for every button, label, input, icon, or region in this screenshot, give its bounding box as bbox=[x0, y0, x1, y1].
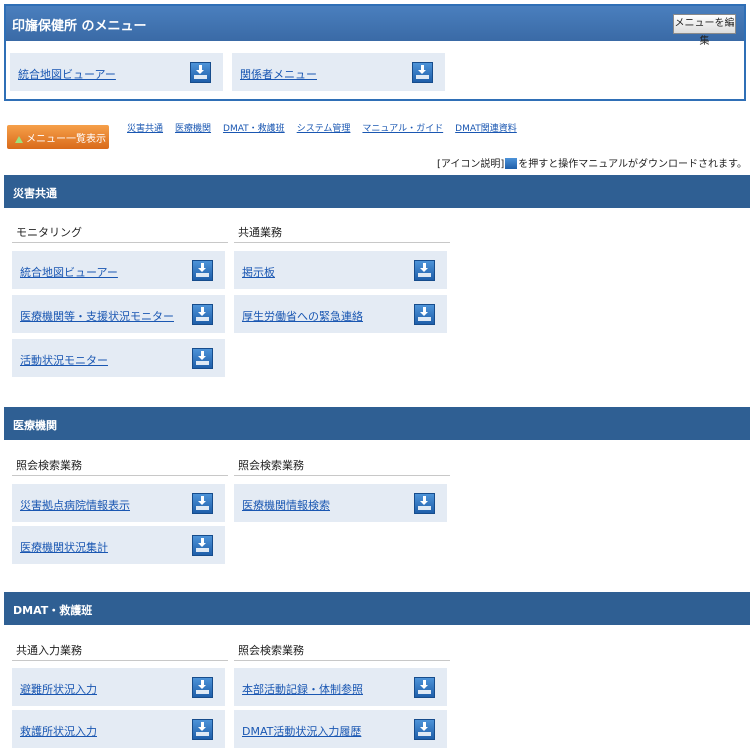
divider bbox=[12, 660, 228, 661]
download-manual-icon[interactable] bbox=[190, 62, 211, 83]
my-menu-header: 印旛保健所 のメニュー メニューを編集 bbox=[6, 6, 744, 47]
menu-link[interactable]: 災害拠点病院情報表示 bbox=[20, 497, 130, 513]
group-label: 照会検索業務 bbox=[238, 459, 304, 472]
menu-tile: 医療機関情報検索 bbox=[234, 484, 447, 522]
edit-menu-button[interactable]: メニューを編集 bbox=[673, 14, 736, 47]
menu-link[interactable]: 統合地図ビューアー bbox=[18, 66, 116, 82]
menu-link[interactable]: 厚生労働省への緊急連絡 bbox=[242, 308, 363, 324]
group-label: モニタリング bbox=[16, 226, 82, 239]
download-manual-icon bbox=[505, 158, 518, 169]
menu-list-toggle[interactable]: メニュー一覧表示 bbox=[7, 125, 109, 149]
group-label: 照会検索業務 bbox=[238, 644, 304, 657]
download-manual-icon[interactable] bbox=[192, 260, 213, 281]
menu-link[interactable]: 掲示板 bbox=[242, 264, 275, 280]
menu-tile: 関係者メニュー bbox=[232, 53, 445, 91]
menu-tile: 活動状況モニター bbox=[12, 339, 225, 377]
arrow-up-icon bbox=[15, 136, 23, 143]
nav-link-dmat[interactable]: DMAT・救護班 bbox=[223, 121, 285, 134]
menu-tile: 避難所状況入力 bbox=[12, 668, 225, 706]
divider bbox=[234, 242, 450, 243]
menu-link[interactable]: 避難所状況入力 bbox=[20, 681, 97, 697]
menu-link[interactable]: 統合地図ビューアー bbox=[20, 264, 118, 280]
menu-tile: 厚生労働省への緊急連絡 bbox=[234, 295, 447, 333]
menu-tile: DMAT活動状況入力履歴 bbox=[234, 710, 447, 748]
section-header-medical: 医療機関 bbox=[4, 407, 750, 440]
download-manual-icon[interactable] bbox=[414, 677, 435, 698]
icon-legend: [アイコン説明] を押すと操作マニュアルがダウンロードされます。 bbox=[436, 158, 747, 170]
download-manual-icon[interactable] bbox=[192, 304, 213, 325]
download-manual-icon[interactable] bbox=[412, 62, 433, 83]
menu-link[interactable]: 医療機関等・支援状況モニター bbox=[20, 308, 174, 324]
group-label: 照会検索業務 bbox=[16, 459, 82, 472]
menu-link[interactable]: 関係者メニュー bbox=[240, 66, 317, 82]
menu-link[interactable]: 活動状況モニター bbox=[20, 352, 108, 368]
download-manual-icon[interactable] bbox=[414, 260, 435, 281]
menu-tile: 医療機関状況集計 bbox=[12, 526, 225, 564]
download-manual-icon[interactable] bbox=[192, 493, 213, 514]
menu-link[interactable]: DMAT活動状況入力履歴 bbox=[242, 723, 361, 739]
nav-link-disaster-common[interactable]: 災害共通 bbox=[127, 121, 163, 134]
menu-link[interactable]: 医療機関情報検索 bbox=[242, 497, 330, 513]
section-header-disaster-common: 災害共通 bbox=[4, 175, 750, 208]
divider bbox=[234, 475, 450, 476]
my-menu-panel: 印旛保健所 のメニュー メニューを編集 統合地図ビューアー 関係者メニュー bbox=[4, 4, 746, 101]
divider bbox=[12, 475, 228, 476]
download-manual-icon[interactable] bbox=[192, 677, 213, 698]
divider bbox=[12, 242, 228, 243]
group-label: 共通業務 bbox=[238, 226, 282, 239]
menu-tile: 掲示板 bbox=[234, 251, 447, 289]
download-manual-icon[interactable] bbox=[192, 348, 213, 369]
group-label: 共通入力業務 bbox=[16, 644, 82, 657]
menu-link[interactable]: 医療機関状況集計 bbox=[20, 539, 108, 555]
divider bbox=[234, 660, 450, 661]
download-manual-icon[interactable] bbox=[192, 535, 213, 556]
nav-link-manual-guide[interactable]: マニュアル・ガイド bbox=[362, 121, 443, 134]
menu-list-label: メニュー一覧表示 bbox=[26, 134, 106, 145]
section-header-dmat: DMAT・救護班 bbox=[4, 592, 750, 625]
nav-link-dmat-docs[interactable]: DMAT関連資料 bbox=[455, 121, 517, 134]
my-menu-title: 印旛保健所 のメニュー bbox=[12, 19, 147, 34]
menu-tile: 救護所状況入力 bbox=[12, 710, 225, 748]
nav-link-medical[interactable]: 医療機関 bbox=[175, 121, 211, 134]
download-manual-icon[interactable] bbox=[414, 304, 435, 325]
menu-tile: 医療機関等・支援状況モニター bbox=[12, 295, 225, 333]
download-manual-icon[interactable] bbox=[414, 719, 435, 740]
menu-tile: 災害拠点病院情報表示 bbox=[12, 484, 225, 522]
menu-tile: 統合地図ビューアー bbox=[10, 53, 223, 91]
menu-link[interactable]: 救護所状況入力 bbox=[20, 723, 97, 739]
nav-link-system-admin[interactable]: システム管理 bbox=[297, 121, 351, 134]
download-manual-icon[interactable] bbox=[414, 493, 435, 514]
download-manual-icon[interactable] bbox=[192, 719, 213, 740]
menu-tile: 本部活動記録・体制参照 bbox=[234, 668, 447, 706]
section-nav: 災害共通 医療機関 DMAT・救護班 システム管理 マニュアル・ガイド DMAT関連資料 bbox=[127, 121, 529, 134]
menu-tile: 統合地図ビューアー bbox=[12, 251, 225, 289]
menu-link[interactable]: 本部活動記録・体制参照 bbox=[242, 681, 363, 697]
